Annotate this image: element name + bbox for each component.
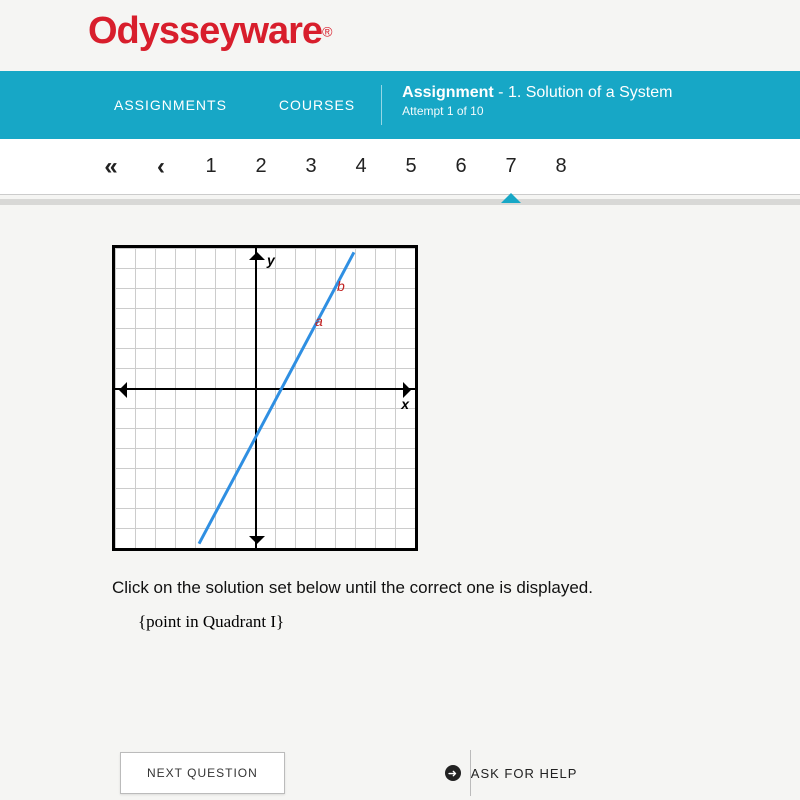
- footer-bar: NEXT QUESTION ➜ ASK FOR HELP: [0, 752, 800, 800]
- x-axis-label: x: [401, 396, 409, 412]
- nav-courses[interactable]: COURSES: [253, 71, 381, 139]
- coordinate-graph[interactable]: y x a b: [112, 245, 418, 551]
- attempt-text: Attempt 1 of 10: [402, 104, 672, 118]
- question-num-1[interactable]: 1: [188, 155, 234, 178]
- main-nav: ASSIGNMENTS COURSES Assignment - 1. Solu…: [0, 71, 800, 139]
- brand-reg: ®: [322, 24, 332, 40]
- question-num-4[interactable]: 4: [338, 155, 384, 178]
- question-num-5[interactable]: 5: [388, 155, 434, 178]
- brand-logo: Odysseyware®: [0, 0, 800, 71]
- question-num-6[interactable]: 6: [438, 155, 484, 178]
- next-question-button[interactable]: NEXT QUESTION: [120, 752, 285, 794]
- question-num-3[interactable]: 3: [288, 155, 334, 178]
- help-icon: ➜: [445, 765, 461, 781]
- prev-question-button[interactable]: ‹: [138, 153, 184, 181]
- ask-label: ASK FOR HELP: [471, 766, 578, 781]
- line-label-a: a: [315, 313, 323, 329]
- instruction-text: Click on the solution set below until th…: [112, 578, 800, 598]
- assignment-label: Assignment: [402, 84, 494, 101]
- first-question-button[interactable]: «: [88, 153, 134, 181]
- graph-line: [198, 252, 356, 545]
- y-axis-label: y: [267, 252, 275, 268]
- question-content: y x a b Click on the solution set below …: [0, 205, 800, 632]
- ask-for-help-button[interactable]: ➜ ASK FOR HELP: [445, 765, 578, 781]
- line-label-b: b: [337, 278, 345, 294]
- answer-option[interactable]: {point in Quadrant I}: [138, 612, 800, 632]
- question-nav: « ‹ 1 2 3 4 5 6 7 8: [0, 139, 800, 195]
- question-num-8[interactable]: 8: [538, 155, 584, 178]
- footer-divider: [470, 750, 471, 796]
- brand-name: Odysseyware: [88, 10, 322, 52]
- assignment-info: Assignment - 1. Solution of a System Att…: [382, 71, 692, 139]
- nav-assignments[interactable]: ASSIGNMENTS: [88, 71, 253, 139]
- question-num-2[interactable]: 2: [238, 155, 284, 178]
- question-num-7[interactable]: 7: [488, 155, 534, 178]
- assignment-name: - 1. Solution of a System: [498, 84, 672, 101]
